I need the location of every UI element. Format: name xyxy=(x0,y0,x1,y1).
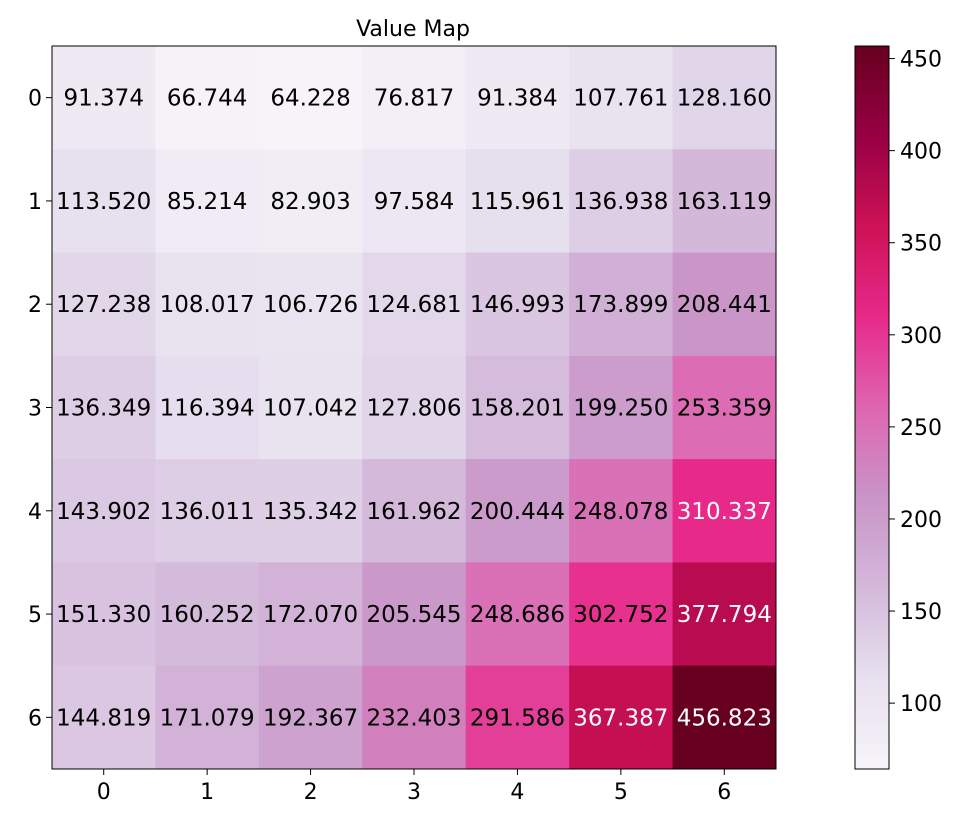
cell-label-r1-c0: 113.520 xyxy=(56,189,151,215)
cell-label-r0-c1: 66.744 xyxy=(167,86,247,112)
cell-label-r4-c3: 161.962 xyxy=(366,499,461,525)
colorbar-tick-label-0: 100 xyxy=(900,692,942,717)
cell-label-r6-c6: 456.823 xyxy=(677,705,772,731)
y-tick-label-2: 2 xyxy=(28,293,42,318)
x-tick-label-0: 0 xyxy=(97,780,111,805)
cell-label-r0-c2: 64.228 xyxy=(270,86,350,112)
y-tick-label-3: 3 xyxy=(28,397,42,422)
y-tick-label-0: 0 xyxy=(28,87,42,112)
cell-label-r3-c5: 199.250 xyxy=(573,396,668,422)
x-tick-label-5: 5 xyxy=(614,780,628,805)
cell-label-r1-c5: 136.938 xyxy=(573,189,668,215)
cell-label-r3-c2: 107.042 xyxy=(263,396,358,422)
cell-label-r1-c3: 97.584 xyxy=(374,189,454,215)
cell-label-r3-c3: 127.806 xyxy=(366,396,461,422)
cell-label-r5-c2: 172.070 xyxy=(263,602,358,628)
y-axis: 0 1 2 3 4 5 6 xyxy=(28,87,52,731)
cell-label-r1-c4: 115.961 xyxy=(470,189,565,215)
colorbar-axis: 100 150 200 250 300 350 400 450 xyxy=(889,48,942,717)
cell-label-r1-c2: 82.903 xyxy=(270,189,350,215)
cell-label-r0-c6: 128.160 xyxy=(677,86,772,112)
cell-label-r6-c0: 144.819 xyxy=(56,705,151,731)
cell-label-r4-c1: 136.011 xyxy=(160,499,255,525)
heatmap-chart: Value Map 91.374 66.744 64.228 76.817 91.384… xyxy=(28,17,942,805)
cell-label-r5-c3: 205.545 xyxy=(366,602,461,628)
cell-label-r5-c0: 151.330 xyxy=(56,602,151,628)
colorbar-tick-label-5: 350 xyxy=(900,232,942,257)
cell-label-r2-c5: 173.899 xyxy=(573,292,668,318)
cell-label-r2-c6: 208.441 xyxy=(677,292,772,318)
x-tick-label-1: 1 xyxy=(200,780,214,805)
cell-label-r5-c1: 160.252 xyxy=(160,602,255,628)
cell-label-r6-c5: 367.387 xyxy=(573,705,668,731)
cell-label-r5-c5: 302.752 xyxy=(573,602,668,628)
cell-label-r2-c3: 124.681 xyxy=(366,292,461,318)
cell-label-r4-c6: 310.337 xyxy=(677,499,772,525)
cell-label-r5-c6: 377.794 xyxy=(677,602,772,628)
cell-label-r5-c4: 248.686 xyxy=(470,602,565,628)
y-tick-label-1: 1 xyxy=(28,190,42,215)
y-tick-label-4: 4 xyxy=(28,500,42,525)
x-tick-label-2: 2 xyxy=(304,780,318,805)
cell-label-r1-c6: 163.119 xyxy=(677,189,772,215)
x-tick-label-4: 4 xyxy=(510,780,524,805)
cell-label-r3-c6: 253.359 xyxy=(677,396,772,422)
cell-label-r0-c5: 107.761 xyxy=(573,86,668,112)
colorbar-tick-label-7: 450 xyxy=(900,48,942,73)
cell-label-r4-c0: 143.902 xyxy=(56,499,151,525)
cell-label-r0-c4: 91.384 xyxy=(477,86,557,112)
cell-label-r3-c1: 116.394 xyxy=(160,396,255,422)
colorbar-tick-label-1: 150 xyxy=(900,600,942,625)
cell-label-r6-c4: 291.586 xyxy=(470,705,565,731)
y-tick-label-6: 6 xyxy=(28,706,42,731)
cell-label-r6-c2: 192.367 xyxy=(263,705,358,731)
cell-label-r1-c1: 85.214 xyxy=(167,189,247,215)
cell-label-r0-c0: 91.374 xyxy=(63,86,143,112)
cell-label-r2-c4: 146.993 xyxy=(470,292,565,318)
cell-label-r6-c3: 232.403 xyxy=(366,705,461,731)
cell-label-r0-c3: 76.817 xyxy=(374,86,454,112)
cell-label-r4-c5: 248.078 xyxy=(573,499,668,525)
cell-label-r3-c4: 158.201 xyxy=(470,396,565,422)
chart-title: Value Map xyxy=(356,17,470,42)
colorbar-tick-label-2: 200 xyxy=(900,508,942,533)
chart-figure: Value Map 91.374 66.744 64.228 76.817 91.384… xyxy=(0,0,960,811)
colorbar xyxy=(854,45,890,770)
cell-label-r4-c2: 135.342 xyxy=(263,499,358,525)
colorbar-tick-label-6: 400 xyxy=(900,140,942,165)
cell-label-r3-c0: 136.349 xyxy=(56,396,151,422)
cell-label-r6-c1: 171.079 xyxy=(160,705,255,731)
colorbar-tick-label-3: 250 xyxy=(900,416,942,441)
x-tick-label-3: 3 xyxy=(407,780,421,805)
cell-label-r2-c2: 106.726 xyxy=(263,292,358,318)
y-tick-label-5: 5 xyxy=(28,603,42,628)
cell-label-r4-c4: 200.444 xyxy=(470,499,565,525)
colorbar-tick-label-4: 300 xyxy=(900,324,942,349)
x-tick-label-6: 6 xyxy=(717,780,731,805)
cell-label-r2-c0: 127.238 xyxy=(56,292,151,318)
x-axis: 0 1 2 3 4 5 6 xyxy=(97,769,731,805)
cell-label-r2-c1: 108.017 xyxy=(160,292,255,318)
